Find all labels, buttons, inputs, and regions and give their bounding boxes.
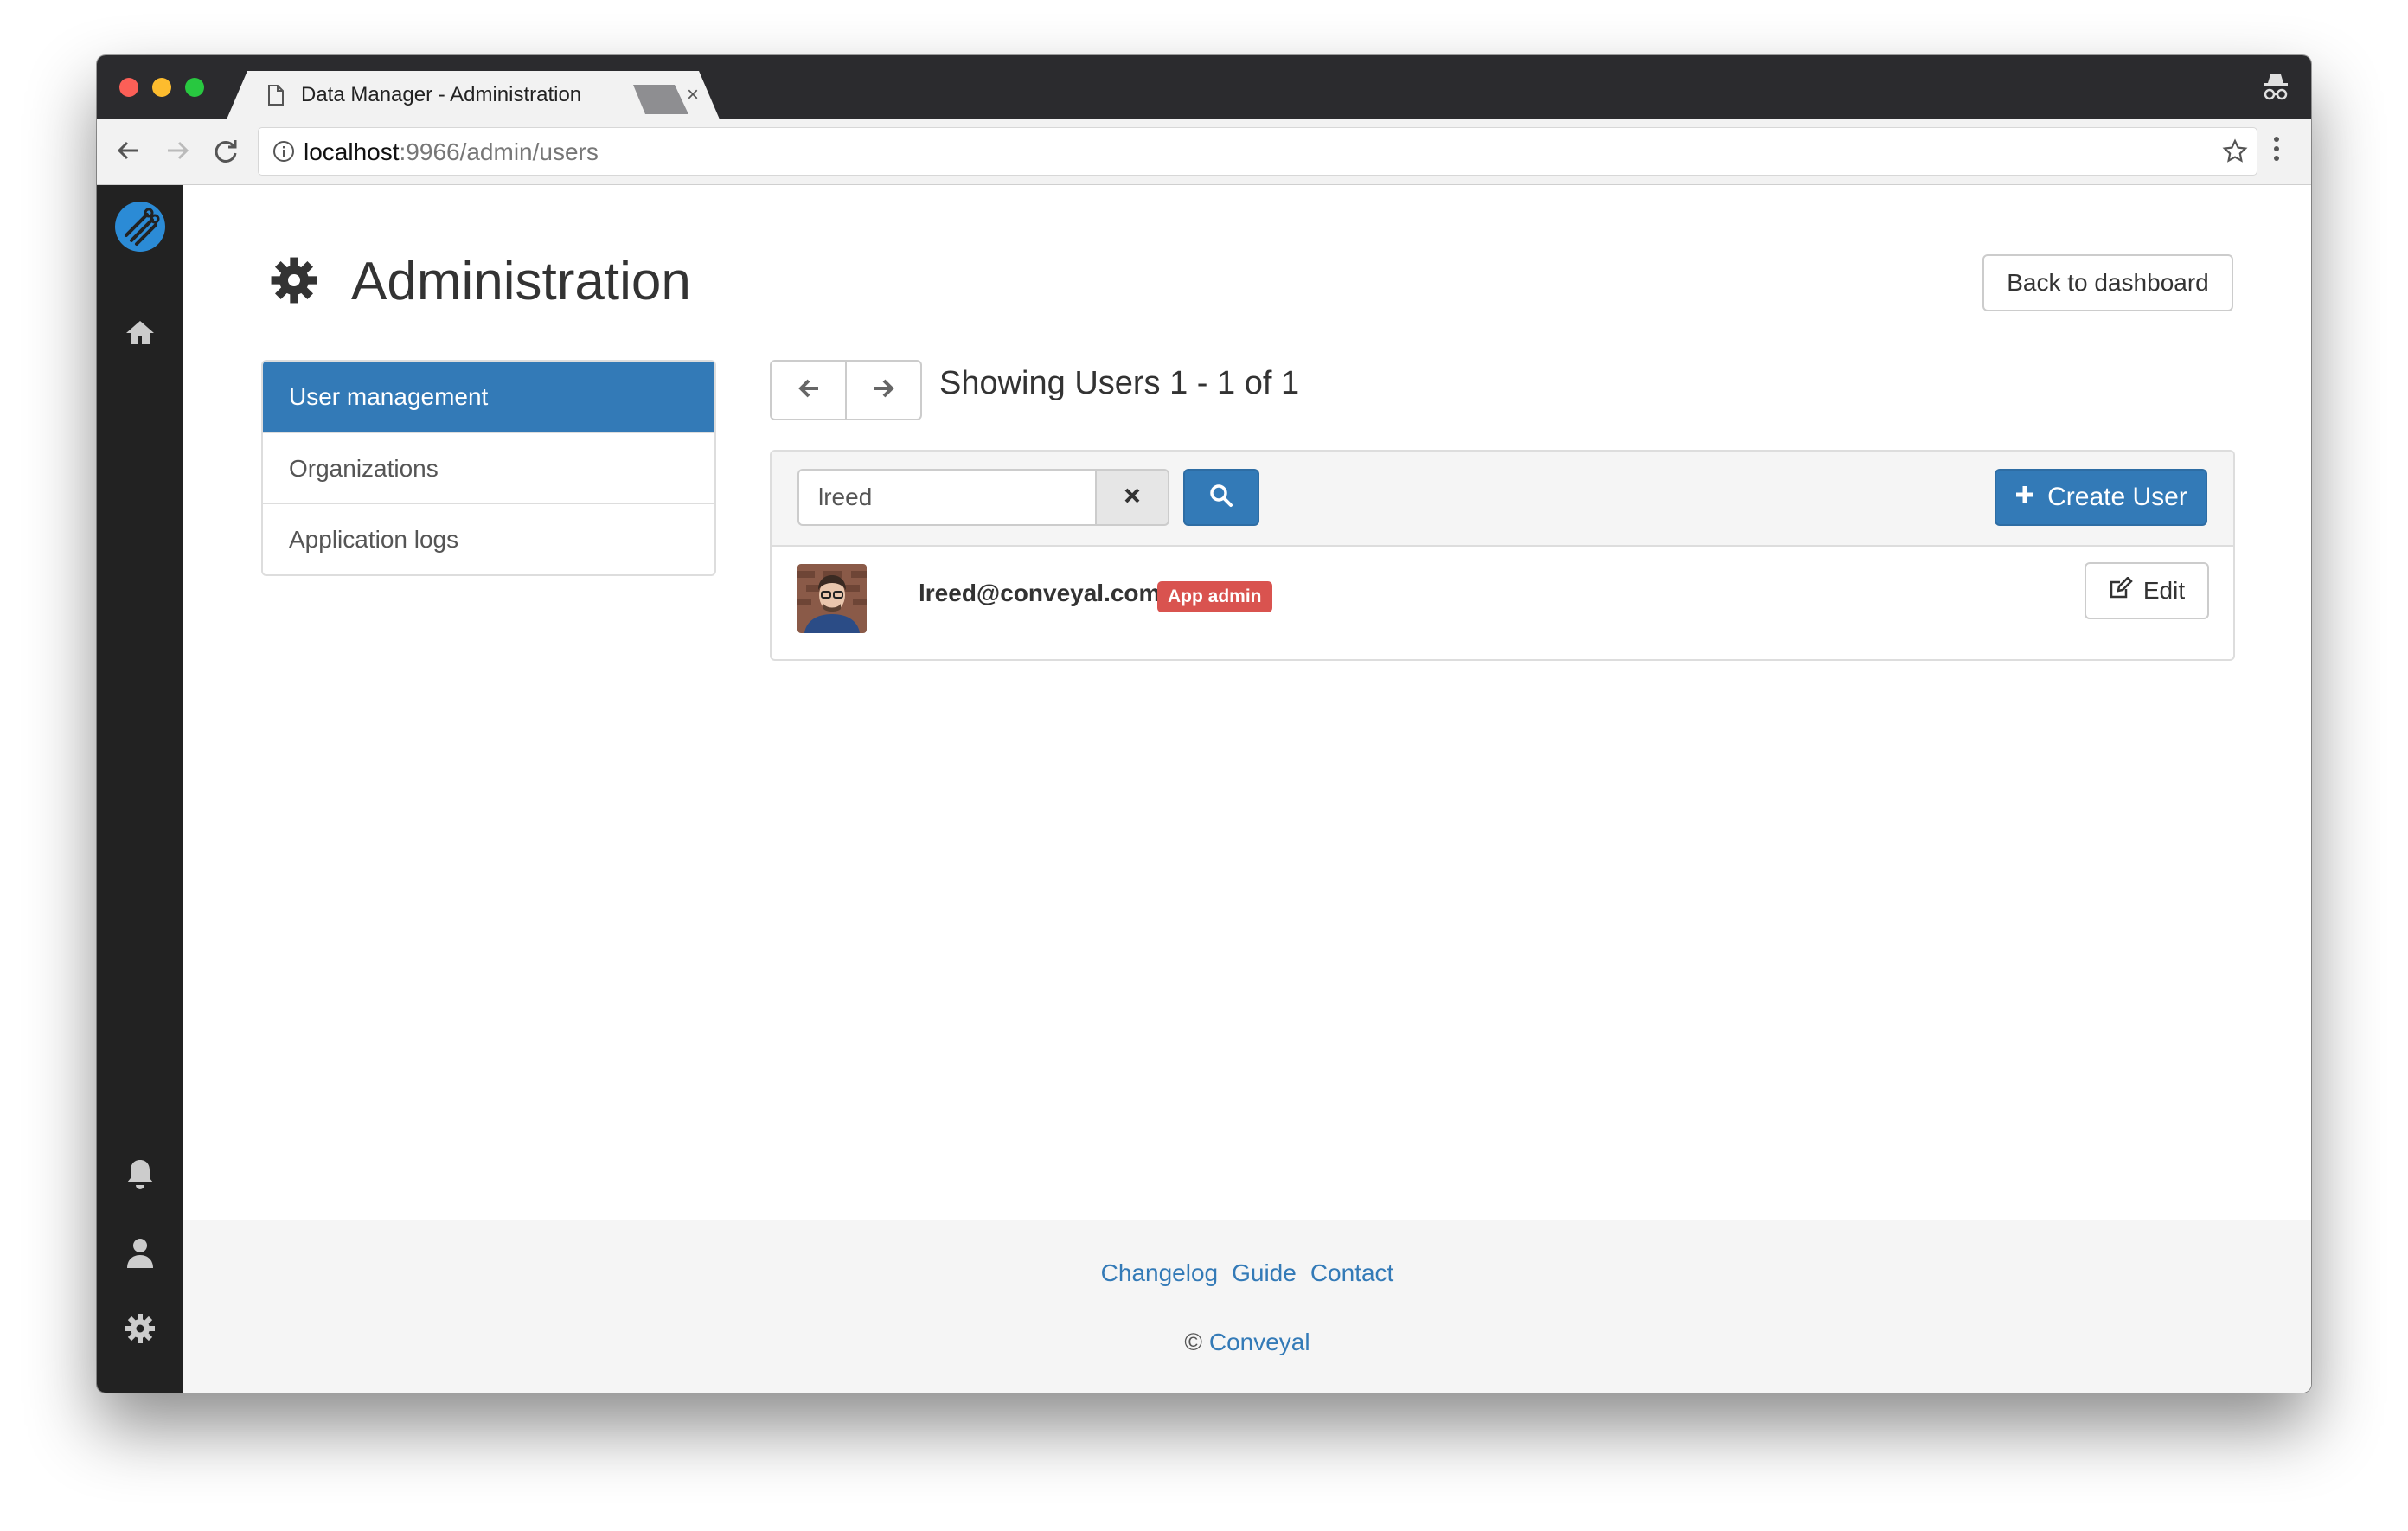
admin-nav-organizations[interactable]: Organizations	[263, 432, 714, 503]
home-icon[interactable]	[125, 318, 156, 350]
changelog-link[interactable]: Changelog	[1101, 1259, 1218, 1286]
info-icon[interactable]	[272, 140, 295, 167]
page-icon	[268, 85, 284, 110]
admin-nav-user-management[interactable]: User management	[263, 362, 714, 432]
app-admin-badge: App admin	[1157, 581, 1272, 612]
users-panel-header: Create User	[772, 452, 2233, 547]
arrow-left-icon	[797, 378, 820, 403]
back-arrow-icon[interactable]	[116, 138, 142, 168]
pagination-controls	[770, 360, 922, 420]
cog-icon[interactable]	[125, 1313, 156, 1348]
address-bar[interactable]: localhost:9966/admin/users	[258, 127, 2258, 176]
browser-window: Data Manager - Administration × localhos…	[97, 55, 2311, 1393]
browser-menu-icon[interactable]	[2273, 136, 2280, 166]
previous-page-button[interactable]	[772, 362, 845, 419]
admin-nav-application-logs[interactable]: Application logs	[263, 503, 714, 574]
search-button[interactable]	[1183, 469, 1259, 526]
page-content: Administration Back to dashboard User ma…	[97, 185, 2311, 1393]
conveyal-link[interactable]: Conveyal	[1209, 1329, 1310, 1355]
edit-label: Edit	[2142, 577, 2186, 604]
bell-icon[interactable]	[125, 1157, 156, 1196]
admin-nav: User management Organizations Applicatio…	[261, 360, 716, 576]
url-path: :9966/admin/users	[399, 138, 599, 165]
browser-toolbar: localhost:9966/admin/users	[97, 119, 2311, 185]
contact-link[interactable]: Contact	[1310, 1259, 1394, 1286]
tab-title: Data Manager - Administration	[301, 83, 582, 106]
minimize-window-button[interactable]	[152, 78, 171, 97]
reload-icon[interactable]	[213, 138, 239, 168]
avatar	[797, 564, 867, 633]
incognito-icon	[2263, 73, 2289, 106]
url-text[interactable]: localhost:9966/admin/users	[304, 138, 599, 166]
user-search-input[interactable]	[797, 469, 1095, 526]
plus-icon	[2014, 483, 2035, 512]
users-panel: Create User	[770, 450, 2235, 661]
arrow-right-icon	[873, 378, 895, 403]
page-title: Administration	[351, 252, 691, 311]
create-user-label: Create User	[2047, 483, 2187, 511]
browser-titlebar: Data Manager - Administration ×	[97, 55, 2311, 119]
url-host: localhost	[304, 138, 400, 165]
maximize-window-button[interactable]	[185, 78, 204, 97]
edit-user-button[interactable]: Edit	[2085, 562, 2209, 619]
cog-icon	[270, 256, 318, 309]
showing-users-text: Showing Users 1 - 1 of 1	[939, 365, 1300, 401]
user-row: lreed@conveyal.com App admin Edit	[772, 547, 2233, 659]
user-email: lreed@conveyal.com	[919, 580, 1161, 606]
conveyal-logo-icon[interactable]	[114, 201, 166, 257]
clear-x-icon	[1124, 487, 1141, 509]
page-footer: Changelog Guide Contact © Conveyal	[183, 1220, 2311, 1393]
tab-close-icon[interactable]: ×	[687, 83, 699, 107]
footer-links: Changelog Guide Contact	[183, 1259, 2311, 1287]
edit-icon	[2109, 575, 2133, 605]
forward-arrow-icon[interactable]	[164, 138, 190, 168]
copyright-symbol: ©	[1184, 1329, 1203, 1355]
app-sidebar	[97, 185, 183, 1393]
footer-copyright: © Conveyal	[183, 1329, 2311, 1356]
back-to-dashboard-button[interactable]: Back to dashboard	[1982, 254, 2233, 311]
close-window-button[interactable]	[119, 78, 138, 97]
bookmark-star-icon[interactable]	[2222, 138, 2248, 169]
user-icon[interactable]	[125, 1237, 156, 1274]
create-user-button[interactable]: Create User	[1995, 469, 2207, 526]
guide-link[interactable]: Guide	[1232, 1259, 1297, 1286]
search-icon	[1209, 484, 1233, 512]
clear-search-button[interactable]	[1095, 469, 1169, 526]
next-page-button[interactable]	[845, 362, 920, 419]
